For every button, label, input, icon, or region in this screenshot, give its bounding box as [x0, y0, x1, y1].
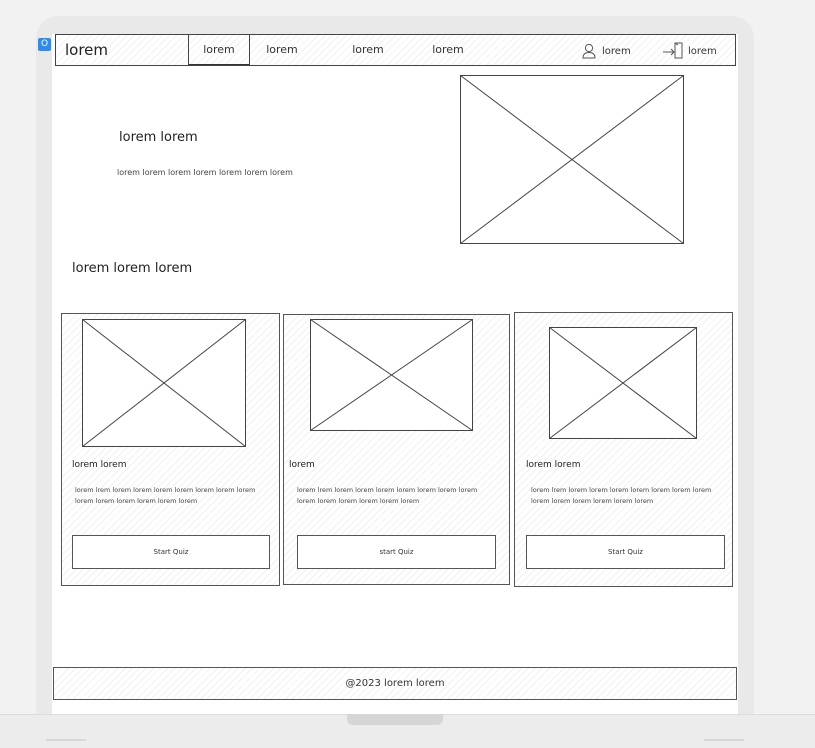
nav-item-2[interactable]: lorem	[264, 35, 300, 65]
footer-text: @2023 lorem lorem	[345, 678, 445, 689]
login-icon	[662, 42, 684, 60]
brand-logo[interactable]: lorem	[65, 41, 108, 59]
section-title: lorem lorem lorem	[72, 261, 193, 276]
card-description: lorem lrem lorem lorem lorem lorem lorem…	[297, 486, 478, 505]
card-image-placeholder	[549, 327, 697, 439]
user-icon	[582, 43, 596, 59]
hero-text: lorem lorem lorem lorem lorem lorem lore…	[117, 168, 293, 177]
user-label: lorem	[602, 45, 631, 57]
nav-item-3[interactable]: lorem	[350, 35, 386, 65]
start-quiz-button[interactable]: start Quiz	[297, 535, 496, 569]
start-quiz-button[interactable]: Start Quiz	[72, 535, 270, 569]
hero-image-placeholder	[460, 75, 684, 244]
login-label: lorem	[688, 45, 717, 57]
nav-item-4[interactable]: lorem	[430, 35, 466, 65]
card-image-placeholder	[82, 319, 246, 447]
card-title: lorem	[289, 460, 315, 470]
laptop-notch	[347, 714, 443, 725]
card-title: lorem lorem	[72, 460, 127, 470]
nav-item-1[interactable]: lorem	[188, 35, 250, 65]
card-image-placeholder	[310, 319, 473, 431]
login-button[interactable]: lorem	[662, 42, 717, 60]
card-title: lorem lorem	[526, 460, 581, 470]
card-description: lorem lrem lorem lorem lorem lorem lorem…	[75, 486, 256, 505]
annotation-badge: O	[38, 38, 51, 51]
card-description: lorem lrem lorem lorem lorem lorem lorem…	[531, 486, 712, 505]
start-quiz-button[interactable]: Start Quiz	[526, 535, 725, 569]
laptop-foot-left	[46, 739, 86, 741]
navbar: lorem lorem lorem lorem lorem lorem lore…	[55, 34, 736, 66]
hero-title: lorem lorem	[119, 130, 198, 145]
laptop-foot-right	[704, 739, 744, 741]
footer: @2023 lorem lorem	[53, 667, 737, 700]
user-menu[interactable]: lorem	[582, 42, 631, 60]
